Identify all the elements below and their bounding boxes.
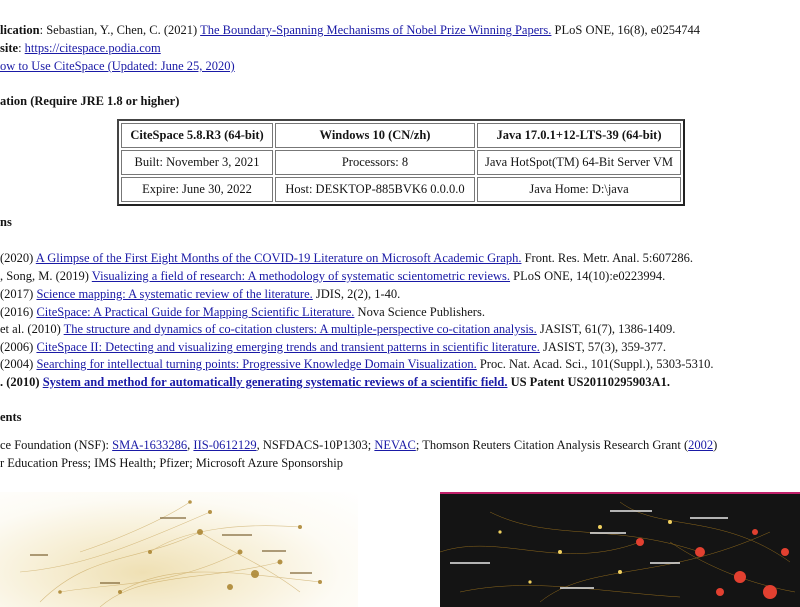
- table-cell: Java HotSpot(TM) 64-Bit Server VM: [477, 150, 681, 175]
- reference-post: JASIST, 57(3), 359-377.: [539, 340, 667, 354]
- funding-link[interactable]: IIS-0612129: [193, 438, 256, 452]
- reference-post: Proc. Nat. Acad. Sci., 101(Suppl.), 5303…: [476, 357, 714, 371]
- publication-line: lication: Sebastian, Y., Chen, C. (2021)…: [0, 22, 700, 38]
- reference-pre: (2020): [0, 251, 36, 265]
- reference-pre: et al. (2010): [0, 322, 64, 336]
- network-visualization-image-dark: [440, 492, 800, 607]
- reference-pre: (2017): [0, 287, 37, 301]
- list-item: (2016) CiteSpace: A Practical Guide for …: [0, 304, 485, 320]
- table-cell: Java 17.0.1+12-LTS-39 (64-bit): [477, 123, 681, 148]
- list-item: . (2010) System and method for automatic…: [0, 374, 670, 390]
- table-cell: Expire: June 30, 2022: [121, 177, 273, 202]
- reference-link[interactable]: A Glimpse of the First Eight Months of t…: [36, 251, 522, 265]
- reference-pre: . (2010): [0, 375, 43, 389]
- funding-link[interactable]: NEVAC: [374, 438, 415, 452]
- funding-line: ce Foundation (NSF): SMA-1633286, IIS-06…: [0, 437, 717, 453]
- table-cell: Host: DESKTOP-885BVK6 0.0.0.0: [275, 177, 475, 202]
- list-item: (2017) Science mapping: A systematic rev…: [0, 286, 400, 302]
- reference-post: JDIS, 2(2), 1-40.: [312, 287, 401, 301]
- funding-end: ): [713, 438, 718, 452]
- funding-link[interactable]: 2002: [688, 438, 713, 452]
- howto-link[interactable]: ow to Use CiteSpace (Updated: June 25, 2…: [0, 59, 235, 73]
- list-item: (2006) CiteSpace II: Detecting and visua…: [0, 339, 666, 355]
- reference-link[interactable]: CiteSpace II: Detecting and visualizing …: [36, 340, 539, 354]
- table-cell: Built: November 3, 2021: [121, 150, 273, 175]
- list-item: (2004) Searching for intellectual turnin…: [0, 356, 713, 372]
- table-row: CiteSpace 5.8.R3 (64-bit) Windows 10 (CN…: [121, 123, 681, 148]
- list-item: (2020) A Glimpse of the First Eight Mont…: [0, 250, 693, 266]
- table-row: Built: November 3, 2021 Processors: 8 Ja…: [121, 150, 681, 175]
- publication-label: lication: [0, 23, 40, 37]
- publication-authors: : Sebastian, Y., Chen, C. (2021): [39, 23, 201, 37]
- list-item: et al. (2010) The structure and dynamics…: [0, 321, 675, 337]
- funding-link[interactable]: SMA-1633286: [112, 438, 187, 452]
- system-info-table: CiteSpace 5.8.R3 (64-bit) Windows 10 (CN…: [117, 119, 685, 206]
- funding-mid: , NSFDACS-10P1303;: [256, 438, 375, 452]
- table-cell: Windows 10 (CN/zh): [275, 123, 475, 148]
- publication-journal: PLoS ONE, 16(8), e0254744: [551, 23, 701, 37]
- list-item: , Song, M. (2019) Visualizing a field of…: [0, 268, 665, 284]
- reference-post: Front. Res. Metr. Anal. 5:607286.: [521, 251, 693, 265]
- reference-pre: (2004): [0, 357, 37, 371]
- publications-heading: ns: [0, 215, 12, 229]
- table-cell: Processors: 8: [275, 150, 475, 175]
- reference-link[interactable]: Searching for intellectual turning point…: [36, 357, 476, 371]
- sponsors-line: r Education Press; IMS Health; Pfizer; M…: [0, 456, 344, 470]
- reference-post: US Patent US20110295903A1.: [507, 375, 670, 389]
- reference-link[interactable]: Science mapping: A systematic review of …: [36, 287, 312, 301]
- website-colon: :: [18, 41, 25, 55]
- table-cell: Java Home: D:\java: [477, 177, 681, 202]
- reference-post: JASIST, 61(7), 1386-1409.: [536, 322, 676, 336]
- reference-post: Nova Science Publishers.: [354, 305, 485, 319]
- reference-post: PLoS ONE, 14(10):e0223994.: [510, 269, 666, 283]
- reference-link[interactable]: CiteSpace: A Practical Guide for Mapping…: [36, 305, 354, 319]
- publication-link[interactable]: The Boundary-Spanning Mechanisms of Nobe…: [200, 23, 551, 37]
- funding-pre: ce Foundation (NSF):: [0, 438, 113, 452]
- reference-link[interactable]: Visualizing a field of research: A metho…: [92, 269, 510, 283]
- reference-pre: (2006): [0, 340, 37, 354]
- reference-link[interactable]: The structure and dynamics of co-citatio…: [64, 322, 537, 336]
- installation-heading: ation (Require JRE 1.8 or higher): [0, 94, 180, 108]
- table-cell: CiteSpace 5.8.R3 (64-bit): [121, 123, 273, 148]
- reference-link[interactable]: System and method for automatically gene…: [43, 375, 508, 389]
- acknowledgements-heading: ents: [0, 410, 22, 424]
- website-link[interactable]: https://citespace.podia.com: [25, 41, 161, 55]
- howto-line: ow to Use CiteSpace (Updated: June 25, 2…: [0, 58, 235, 74]
- reference-pre: (2016): [0, 305, 37, 319]
- network-visualization-image-light: [0, 492, 358, 607]
- website-label: site: [0, 41, 19, 55]
- website-line: site: https://citespace.podia.com: [0, 40, 161, 56]
- funding-post: ; Thomson Reuters Citation Analysis Rese…: [415, 438, 689, 452]
- reference-pre: , Song, M. (2019): [0, 269, 92, 283]
- table-row: Expire: June 30, 2022 Host: DESKTOP-885B…: [121, 177, 681, 202]
